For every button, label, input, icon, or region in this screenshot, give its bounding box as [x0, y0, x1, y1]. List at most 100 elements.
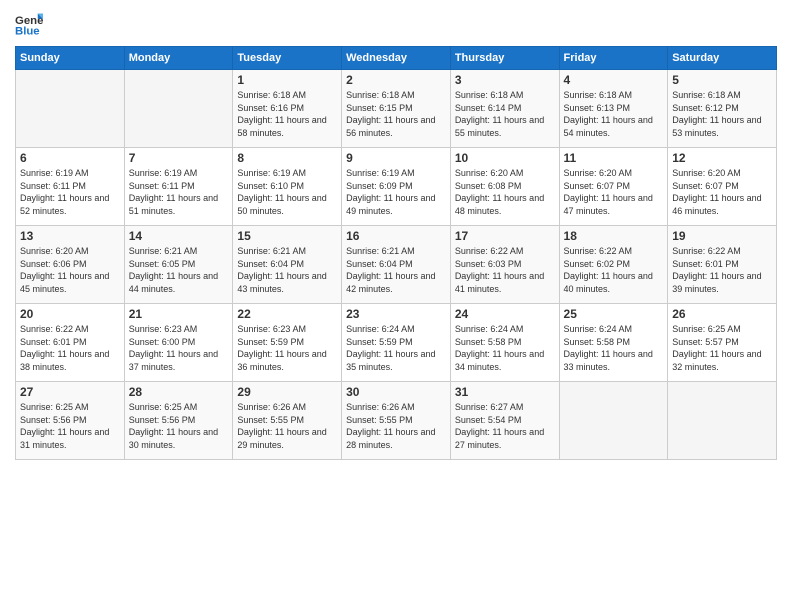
day-header-saturday: Saturday — [668, 47, 777, 70]
calendar-cell: 8 Sunrise: 6:19 AMSunset: 6:10 PMDaylight… — [233, 148, 342, 226]
logo-icon: General Blue — [15, 10, 43, 38]
day-number: 9 — [346, 151, 446, 165]
day-number: 7 — [129, 151, 229, 165]
cell-info: Sunrise: 6:25 AMSunset: 5:57 PMDaylight:… — [672, 323, 772, 373]
cell-info: Sunrise: 6:20 AMSunset: 6:06 PMDaylight:… — [20, 245, 120, 295]
cell-info: Sunrise: 6:19 AMSunset: 6:11 PMDaylight:… — [20, 167, 120, 217]
day-number: 8 — [237, 151, 337, 165]
day-number: 24 — [455, 307, 555, 321]
cell-info: Sunrise: 6:23 AMSunset: 6:00 PMDaylight:… — [129, 323, 229, 373]
calendar-cell: 31 Sunrise: 6:27 AMSunset: 5:54 PMDayligh… — [450, 382, 559, 460]
day-number: 12 — [672, 151, 772, 165]
day-header-thursday: Thursday — [450, 47, 559, 70]
cell-info: Sunrise: 6:26 AMSunset: 5:55 PMDaylight:… — [237, 401, 337, 451]
day-number: 14 — [129, 229, 229, 243]
day-number: 5 — [672, 73, 772, 87]
cell-info: Sunrise: 6:23 AMSunset: 5:59 PMDaylight:… — [237, 323, 337, 373]
day-number: 30 — [346, 385, 446, 399]
cell-info: Sunrise: 6:22 AMSunset: 6:02 PMDaylight:… — [564, 245, 664, 295]
day-number: 21 — [129, 307, 229, 321]
cell-info: Sunrise: 6:20 AMSunset: 6:07 PMDaylight:… — [564, 167, 664, 217]
calendar-cell: 15Sunrise: 6:21 AMSunset: 6:04 PMDayligh… — [233, 226, 342, 304]
calendar-cell: 24 Sunrise: 6:24 AMSunset: 5:58 PMDayligh… — [450, 304, 559, 382]
cell-info: Sunrise: 6:20 AMSunset: 6:08 PMDaylight:… — [455, 167, 555, 217]
day-header-sunday: Sunday — [16, 47, 125, 70]
calendar-cell: 10 Sunrise: 6:20 AMSunset: 6:08 PMDayligh… — [450, 148, 559, 226]
cell-info: Sunrise: 6:22 AMSunset: 6:01 PMDaylight:… — [20, 323, 120, 373]
day-number: 1 — [237, 73, 337, 87]
calendar-cell: 28 Sunrise: 6:25 AMSunset: 5:56 PMDayligh… — [124, 382, 233, 460]
day-number: 4 — [564, 73, 664, 87]
day-number: 26 — [672, 307, 772, 321]
cell-info: Sunrise: 6:18 AMSunset: 6:14 PMDaylight:… — [455, 89, 555, 139]
day-number: 20 — [20, 307, 120, 321]
calendar-cell: 3 Sunrise: 6:18 AMSunset: 6:14 PMDaylight… — [450, 70, 559, 148]
calendar-cell — [124, 70, 233, 148]
cell-info: Sunrise: 6:21 AMSunset: 6:04 PMDaylight:… — [346, 245, 446, 295]
cell-info: Sunrise: 6:24 AMSunset: 5:58 PMDaylight:… — [455, 323, 555, 373]
cell-info: Sunrise: 6:22 AMSunset: 6:03 PMDaylight:… — [455, 245, 555, 295]
day-number: 27 — [20, 385, 120, 399]
day-number: 25 — [564, 307, 664, 321]
calendar-cell: 13 Sunrise: 6:20 AMSunset: 6:06 PMDayligh… — [16, 226, 125, 304]
day-header-wednesday: Wednesday — [342, 47, 451, 70]
cell-info: Sunrise: 6:24 AMSunset: 5:59 PMDaylight:… — [346, 323, 446, 373]
calendar-cell: 30 Sunrise: 6:26 AMSunset: 5:55 PMDayligh… — [342, 382, 451, 460]
calendar-cell: 25 Sunrise: 6:24 AMSunset: 5:58 PMDayligh… — [559, 304, 668, 382]
cell-info: Sunrise: 6:19 AMSunset: 6:10 PMDaylight:… — [237, 167, 337, 217]
cell-info: Sunrise: 6:20 AMSunset: 6:07 PMDaylight:… — [672, 167, 772, 217]
cell-info: Sunrise: 6:26 AMSunset: 5:55 PMDaylight:… — [346, 401, 446, 451]
svg-text:Blue: Blue — [15, 26, 40, 38]
day-number: 18 — [564, 229, 664, 243]
calendar-cell: 18 Sunrise: 6:22 AMSunset: 6:02 PMDayligh… — [559, 226, 668, 304]
calendar-cell: 20 Sunrise: 6:22 AMSunset: 6:01 PMDayligh… — [16, 304, 125, 382]
cell-info: Sunrise: 6:22 AMSunset: 6:01 PMDaylight:… — [672, 245, 772, 295]
day-number: 11 — [564, 151, 664, 165]
cell-info: Sunrise: 6:18 AMSunset: 6:12 PMDaylight:… — [672, 89, 772, 139]
day-header-monday: Monday — [124, 47, 233, 70]
day-header-tuesday: Tuesday — [233, 47, 342, 70]
calendar-cell: 2 Sunrise: 6:18 AMSunset: 6:15 PMDaylight… — [342, 70, 451, 148]
cell-info: Sunrise: 6:21 AMSunset: 6:05 PMDaylight:… — [129, 245, 229, 295]
cell-info: Sunrise: 6:18 AMSunset: 6:15 PMDaylight:… — [346, 89, 446, 139]
day-number: 2 — [346, 73, 446, 87]
calendar-cell: 1 Sunrise: 6:18 AMSunset: 6:16 PMDaylight… — [233, 70, 342, 148]
day-number: 10 — [455, 151, 555, 165]
day-number: 28 — [129, 385, 229, 399]
calendar-cell: 21 Sunrise: 6:23 AMSunset: 6:00 PMDayligh… — [124, 304, 233, 382]
calendar-cell: 26 Sunrise: 6:25 AMSunset: 5:57 PMDayligh… — [668, 304, 777, 382]
calendar-cell: 29 Sunrise: 6:26 AMSunset: 5:55 PMDayligh… — [233, 382, 342, 460]
day-number: 23 — [346, 307, 446, 321]
day-header-friday: Friday — [559, 47, 668, 70]
logo: General Blue — [15, 10, 43, 38]
calendar-cell — [16, 70, 125, 148]
calendar-cell: 11 Sunrise: 6:20 AMSunset: 6:07 PMDayligh… — [559, 148, 668, 226]
calendar-cell: 17Sunrise: 6:22 AMSunset: 6:03 PMDayligh… — [450, 226, 559, 304]
calendar-cell: 23 Sunrise: 6:24 AMSunset: 5:59 PMDayligh… — [342, 304, 451, 382]
cell-info: Sunrise: 6:25 AMSunset: 5:56 PMDaylight:… — [129, 401, 229, 451]
calendar-table: SundayMondayTuesdayWednesdayThursdayFrid… — [15, 46, 777, 460]
calendar-cell — [559, 382, 668, 460]
cell-info: Sunrise: 6:25 AMSunset: 5:56 PMDaylight:… — [20, 401, 120, 451]
day-number: 6 — [20, 151, 120, 165]
calendar-cell: 14 Sunrise: 6:21 AMSunset: 6:05 PMDayligh… — [124, 226, 233, 304]
day-number: 29 — [237, 385, 337, 399]
calendar-cell: 7 Sunrise: 6:19 AMSunset: 6:11 PMDaylight… — [124, 148, 233, 226]
cell-info: Sunrise: 6:19 AMSunset: 6:09 PMDaylight:… — [346, 167, 446, 217]
day-number: 3 — [455, 73, 555, 87]
calendar-cell — [668, 382, 777, 460]
cell-info: Sunrise: 6:24 AMSunset: 5:58 PMDaylight:… — [564, 323, 664, 373]
calendar-cell: 5 Sunrise: 6:18 AMSunset: 6:12 PMDaylight… — [668, 70, 777, 148]
calendar-cell: 6 Sunrise: 6:19 AMSunset: 6:11 PMDaylight… — [16, 148, 125, 226]
calendar-cell: 22 Sunrise: 6:23 AMSunset: 5:59 PMDayligh… — [233, 304, 342, 382]
day-number: 13 — [20, 229, 120, 243]
day-number: 31 — [455, 385, 555, 399]
day-number: 22 — [237, 307, 337, 321]
calendar-cell: 19Sunrise: 6:22 AMSunset: 6:01 PMDayligh… — [668, 226, 777, 304]
cell-info: Sunrise: 6:18 AMSunset: 6:16 PMDaylight:… — [237, 89, 337, 139]
cell-info: Sunrise: 6:18 AMSunset: 6:13 PMDaylight:… — [564, 89, 664, 139]
cell-info: Sunrise: 6:27 AMSunset: 5:54 PMDaylight:… — [455, 401, 555, 451]
calendar-cell: 27 Sunrise: 6:25 AMSunset: 5:56 PMDayligh… — [16, 382, 125, 460]
day-number: 15 — [237, 229, 337, 243]
cell-info: Sunrise: 6:19 AMSunset: 6:11 PMDaylight:… — [129, 167, 229, 217]
